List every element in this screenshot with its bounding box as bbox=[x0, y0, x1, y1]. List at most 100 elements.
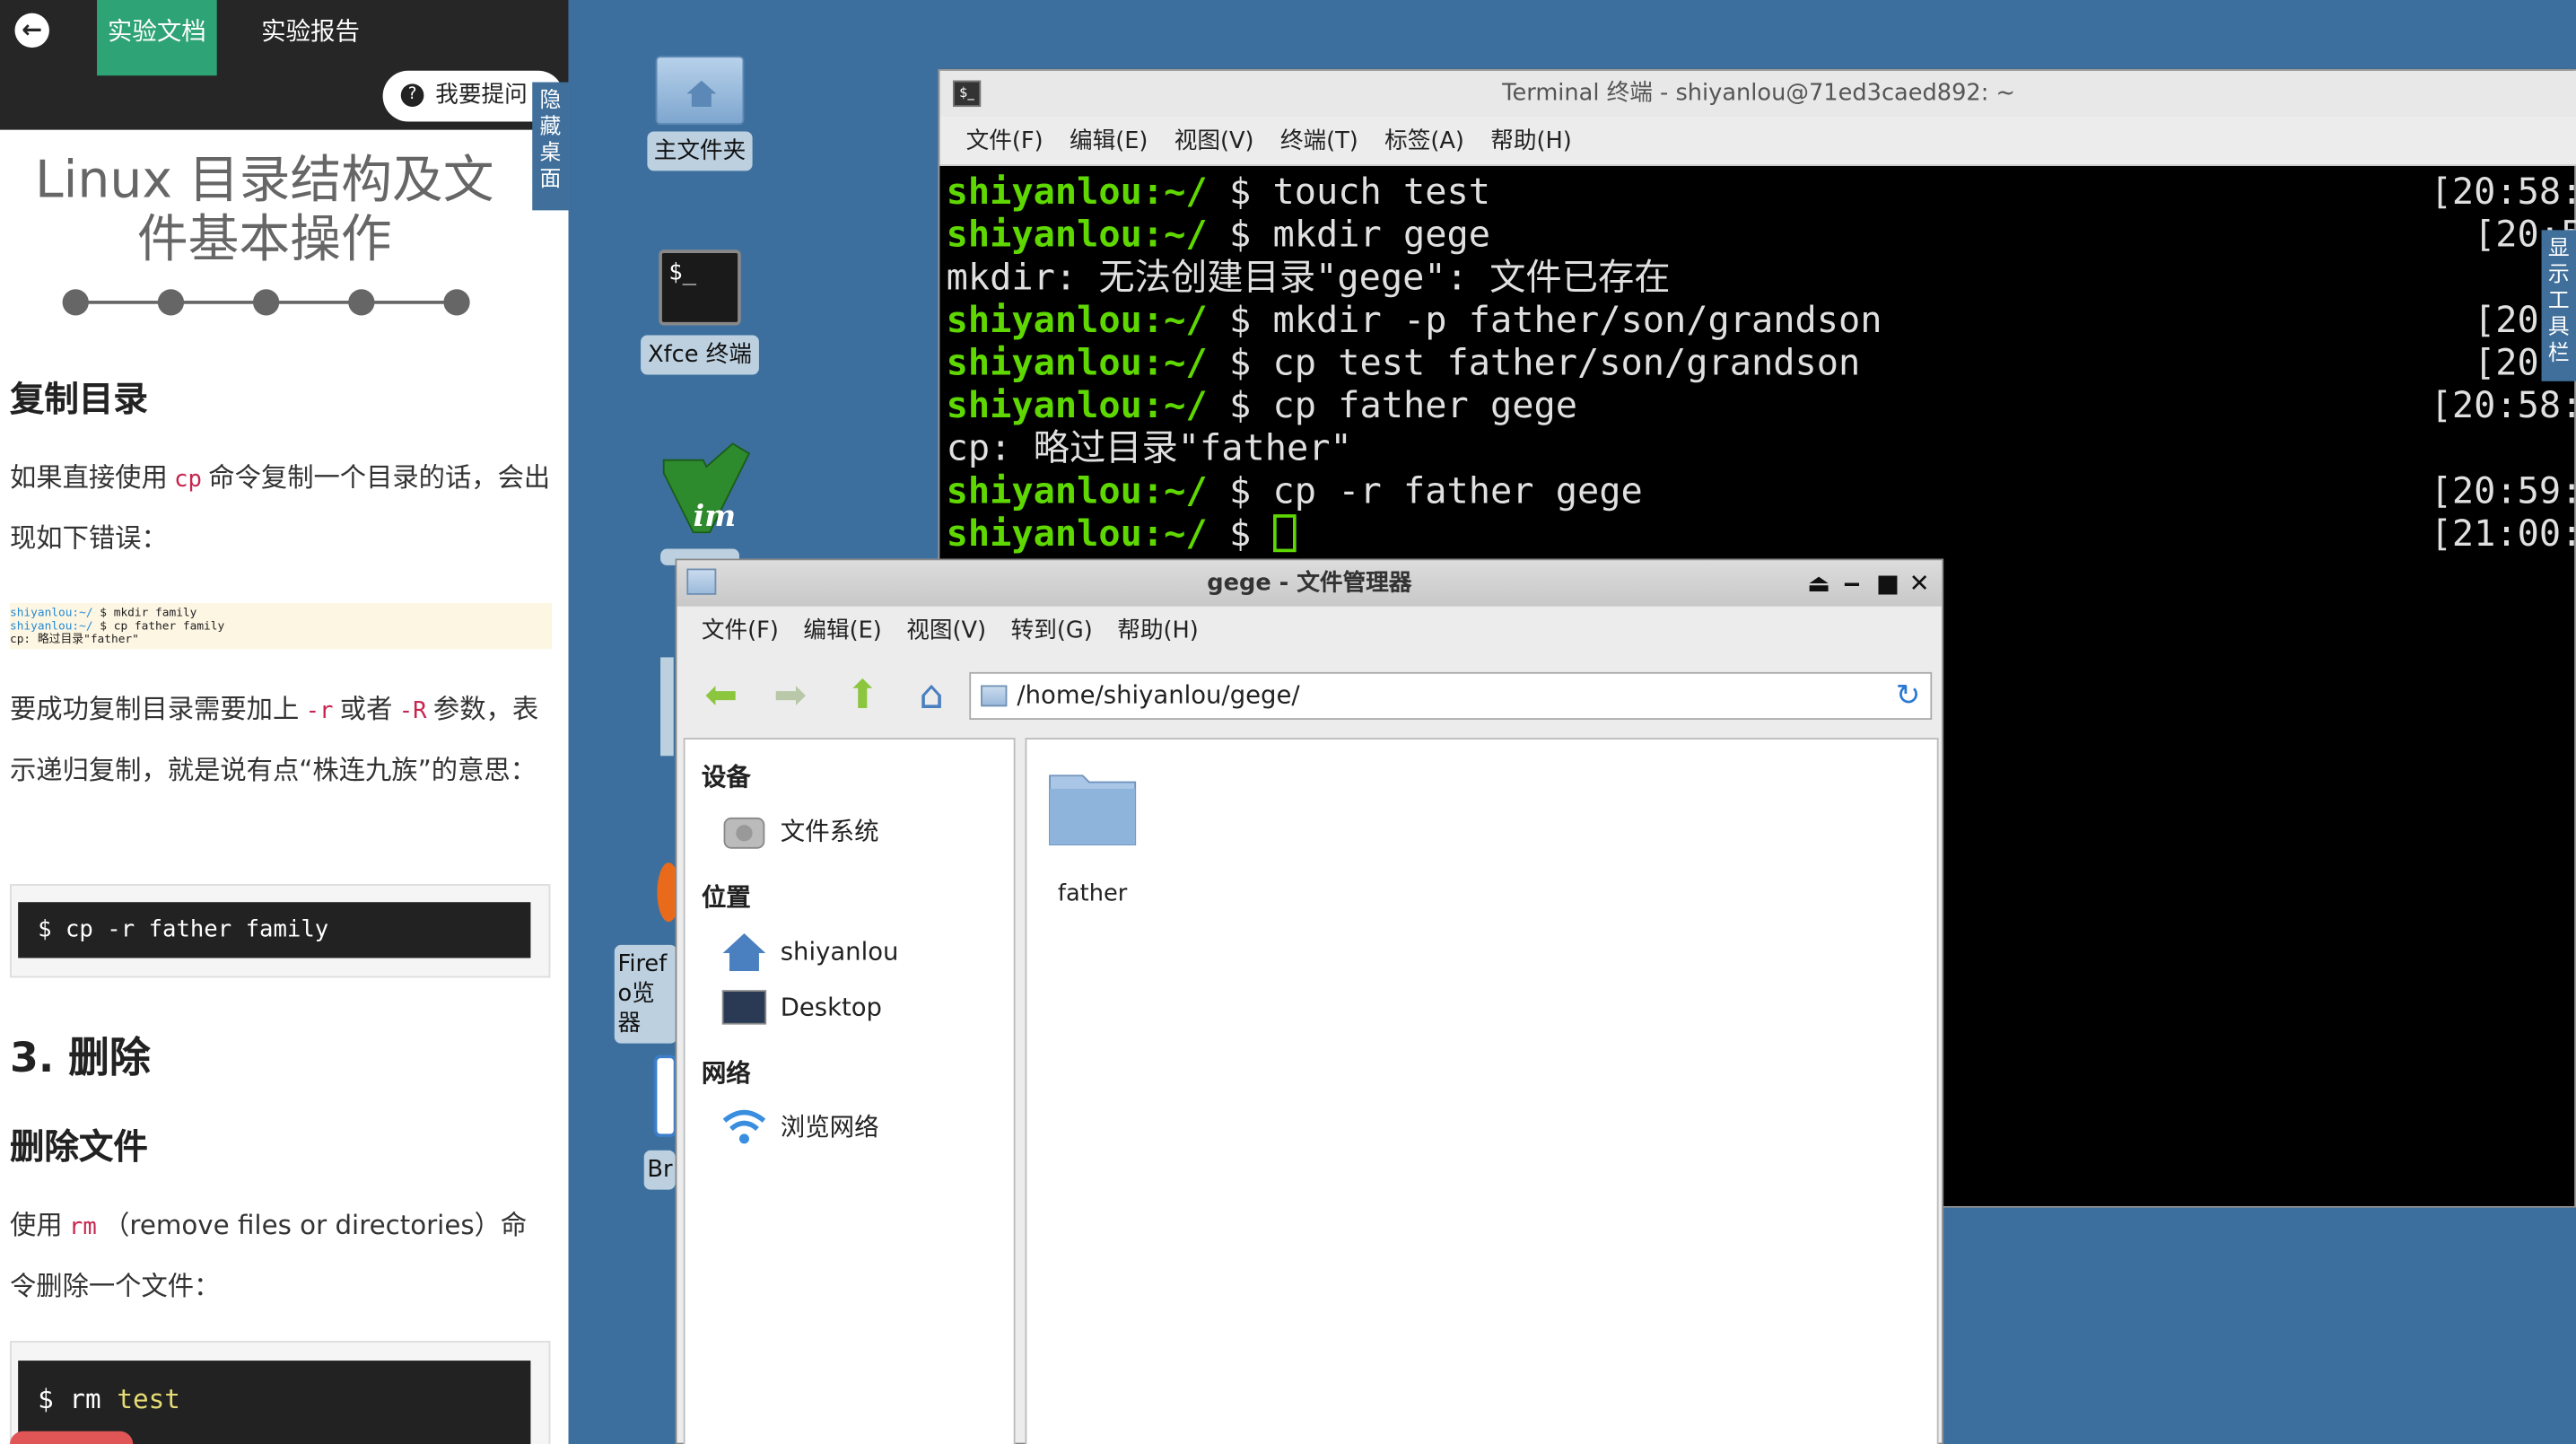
terminal-app-icon: $_ bbox=[952, 80, 982, 108]
home-folder-icon bbox=[655, 56, 745, 126]
terminal-line: mkdir: 无法创建目录"gege": 文件已存在 bbox=[947, 258, 1671, 301]
prompt: shiyanlou:~/ bbox=[946, 214, 1208, 257]
menu-go[interactable]: 转到(G) bbox=[1011, 617, 1093, 643]
text: 或者 bbox=[339, 693, 393, 725]
show-toolbar-button[interactable]: 显示工具栏 bbox=[2541, 230, 2576, 381]
progress-dot[interactable] bbox=[252, 289, 280, 316]
desktop-icon-label: 主文件夹 bbox=[647, 131, 753, 171]
question-icon: ? bbox=[400, 83, 424, 108]
code-prompt: $ rm bbox=[38, 1383, 101, 1415]
maximize-icon[interactable]: ■ bbox=[1876, 560, 1899, 606]
command: $ mkdir -p father/son/grandson bbox=[1207, 301, 1882, 342]
terminal-title: Terminal 终端 - shiyanlou@71ed3caed892: ~ bbox=[1502, 80, 2016, 108]
prompt: shiyanlou:~/ bbox=[946, 172, 1208, 214]
mini-cmd: $ mkdir family bbox=[92, 606, 197, 620]
terminal-menubar: 文件(F) 编辑(E) 视图(V) 终端(T) 标签(A) 帮助(H) bbox=[939, 117, 2576, 166]
close-icon[interactable]: ✕ bbox=[1909, 560, 1930, 606]
screen: ← 实验文档 实验报告 ? 我要提问 隐藏桌面 Linux 目录结构及文件基本操… bbox=[0, 0, 2576, 1444]
code-arg: test bbox=[117, 1383, 180, 1415]
desktop-icon-label: Firefo览器 bbox=[614, 944, 677, 1044]
reload-icon[interactable]: ↻ bbox=[1896, 674, 1921, 718]
home-icon[interactable]: ⌂ bbox=[907, 672, 956, 718]
red-widget-tab[interactable] bbox=[9, 1431, 134, 1444]
terminal-icon: $_ bbox=[659, 249, 741, 326]
terminal-line: shiyanlou:~/ $ cp -r father gege bbox=[947, 471, 1643, 514]
brackets-icon[interactable] bbox=[653, 1055, 677, 1138]
minimize-icon[interactable]: ‒ bbox=[1843, 560, 1860, 606]
progress-dot[interactable] bbox=[348, 289, 375, 316]
desktop-icon-label: Br bbox=[643, 1150, 677, 1190]
doc-title: Linux 目录结构及文件基本操作 bbox=[34, 151, 494, 270]
desktop-icon-vim[interactable]: im bbox=[641, 441, 765, 534]
desktop-icon-home-folder[interactable]: 主文件夹 bbox=[637, 56, 762, 171]
file-view[interactable]: father bbox=[1025, 738, 1939, 1444]
inline-code: -R bbox=[398, 698, 427, 725]
menu-edit[interactable]: 编辑(E) bbox=[1070, 128, 1148, 154]
menu-tabs[interactable]: 标签(A) bbox=[1384, 128, 1464, 154]
drive-icon bbox=[721, 812, 767, 852]
command: $ touch test bbox=[1207, 172, 1490, 214]
wifi-icon bbox=[721, 1107, 767, 1147]
file-manager-menubar: 文件(F) 编辑(E) 视图(V) 转到(G) 帮助(H) bbox=[677, 607, 1942, 656]
menu-help[interactable]: 帮助(H) bbox=[1490, 128, 1572, 154]
sidebar-item-label: shiyanlou bbox=[780, 936, 899, 967]
back-arrow-icon[interactable]: ← bbox=[14, 13, 49, 48]
address-path: /home/shiyanlou/gege/ bbox=[1017, 680, 1300, 710]
terminal-line: cp: 略过目录"father" bbox=[947, 429, 1352, 472]
menu-view[interactable]: 视图(V) bbox=[906, 617, 986, 643]
prompt: shiyanlou:~/ bbox=[946, 514, 1208, 556]
desktop-icon-partial bbox=[660, 657, 674, 757]
timestamp: [20:59: bbox=[2430, 471, 2576, 513]
progress-dot[interactable] bbox=[62, 289, 89, 316]
sidebar-item-desktop[interactable]: Desktop bbox=[721, 985, 882, 1030]
sidebar-header-network: 网络 bbox=[701, 1058, 751, 1089]
terminal-line: shiyanlou:~/ $ mkdir gege bbox=[947, 215, 1490, 258]
menu-file[interactable]: 文件(F) bbox=[702, 617, 779, 643]
terminal-line: shiyanlou:~/ $ cp test father/son/grands… bbox=[947, 344, 1861, 387]
desktop-icon bbox=[721, 987, 767, 1027]
file-manager-window[interactable]: gege - 文件管理器 ⏏ ‒ ■ ✕ 文件(F) 编辑(E) 视图(V) 转到(G… bbox=[675, 558, 1944, 1444]
code-block: $ cp -r father family bbox=[18, 902, 531, 958]
sidebar-item-label: 文件系统 bbox=[780, 817, 879, 846]
desktop-icon-label: Xfce 终端 bbox=[641, 335, 759, 375]
menu-view[interactable]: 视图(V) bbox=[1174, 128, 1254, 154]
up-arrow-icon[interactable]: ⬆ bbox=[838, 672, 887, 718]
command: $ cp test father/son/grandson bbox=[1207, 343, 1861, 385]
sidebar-item-filesystem[interactable]: 文件系统 bbox=[721, 809, 879, 854]
forward-arrow-icon[interactable]: ➡ bbox=[765, 672, 815, 718]
timestamp: [21:00: bbox=[2430, 514, 2576, 556]
sidebar-item-home[interactable]: shiyanlou bbox=[721, 929, 899, 975]
back-arrow-icon[interactable]: ⬅ bbox=[696, 672, 746, 718]
desktop-background bbox=[1943, 1207, 2576, 1444]
progress-dot[interactable] bbox=[443, 289, 470, 316]
vim-icon: im bbox=[657, 441, 751, 534]
progress-dot[interactable] bbox=[157, 289, 185, 316]
file-manager-titlebar[interactable]: gege - 文件管理器 ⏏ ‒ ■ ✕ bbox=[677, 560, 1943, 607]
command: $ cp father gege bbox=[1207, 386, 1577, 428]
menu-terminal[interactable]: 终端(T) bbox=[1280, 128, 1358, 154]
menu-file[interactable]: 文件(F) bbox=[966, 128, 1043, 154]
hide-desktop-button[interactable]: 隐藏桌面 bbox=[532, 82, 569, 211]
file-item-label: father bbox=[1057, 880, 1128, 907]
output: mkdir: 无法创建目录"gege": 文件已存在 bbox=[946, 258, 1671, 300]
desktop-icon-xfce-terminal[interactable]: $_ Xfce 终端 bbox=[637, 249, 762, 375]
section-heading-copy-dir: 复制目录 bbox=[9, 379, 148, 419]
menu-help[interactable]: 帮助(H) bbox=[1117, 617, 1199, 643]
tab-lab-docs[interactable]: 实验文档 bbox=[97, 0, 217, 76]
output: cp: 略过目录"father" bbox=[946, 428, 1352, 470]
terminal-titlebar[interactable]: $_ Terminal 终端 - shiyanlou@71ed3caed892:… bbox=[939, 70, 2576, 118]
progress-dots bbox=[62, 289, 470, 316]
tab-lab-report[interactable]: 实验报告 bbox=[261, 0, 360, 63]
folder-icon bbox=[981, 685, 1008, 707]
mini-line: shiyanlou:~/ $ mkdir family bbox=[10, 607, 552, 620]
mini-line: cp: 略过目录"father" bbox=[10, 633, 552, 646]
sidebar-item-browse-network[interactable]: 浏览网络 bbox=[721, 1104, 879, 1150]
text: 要成功复制目录需要加上 bbox=[9, 693, 300, 725]
inline-code: -r bbox=[305, 698, 334, 725]
maximize-up-icon[interactable]: ⏏ bbox=[1807, 560, 1830, 606]
menu-edit[interactable]: 编辑(E) bbox=[803, 617, 881, 643]
home-icon bbox=[721, 932, 767, 972]
address-bar[interactable]: /home/shiyanlou/gege/ ↻ bbox=[969, 671, 1933, 720]
mini-cmd: cp: 略过目录"father" bbox=[9, 632, 139, 646]
desktop-icon-firefox[interactable]: Firefo览器 bbox=[614, 944, 680, 1044]
